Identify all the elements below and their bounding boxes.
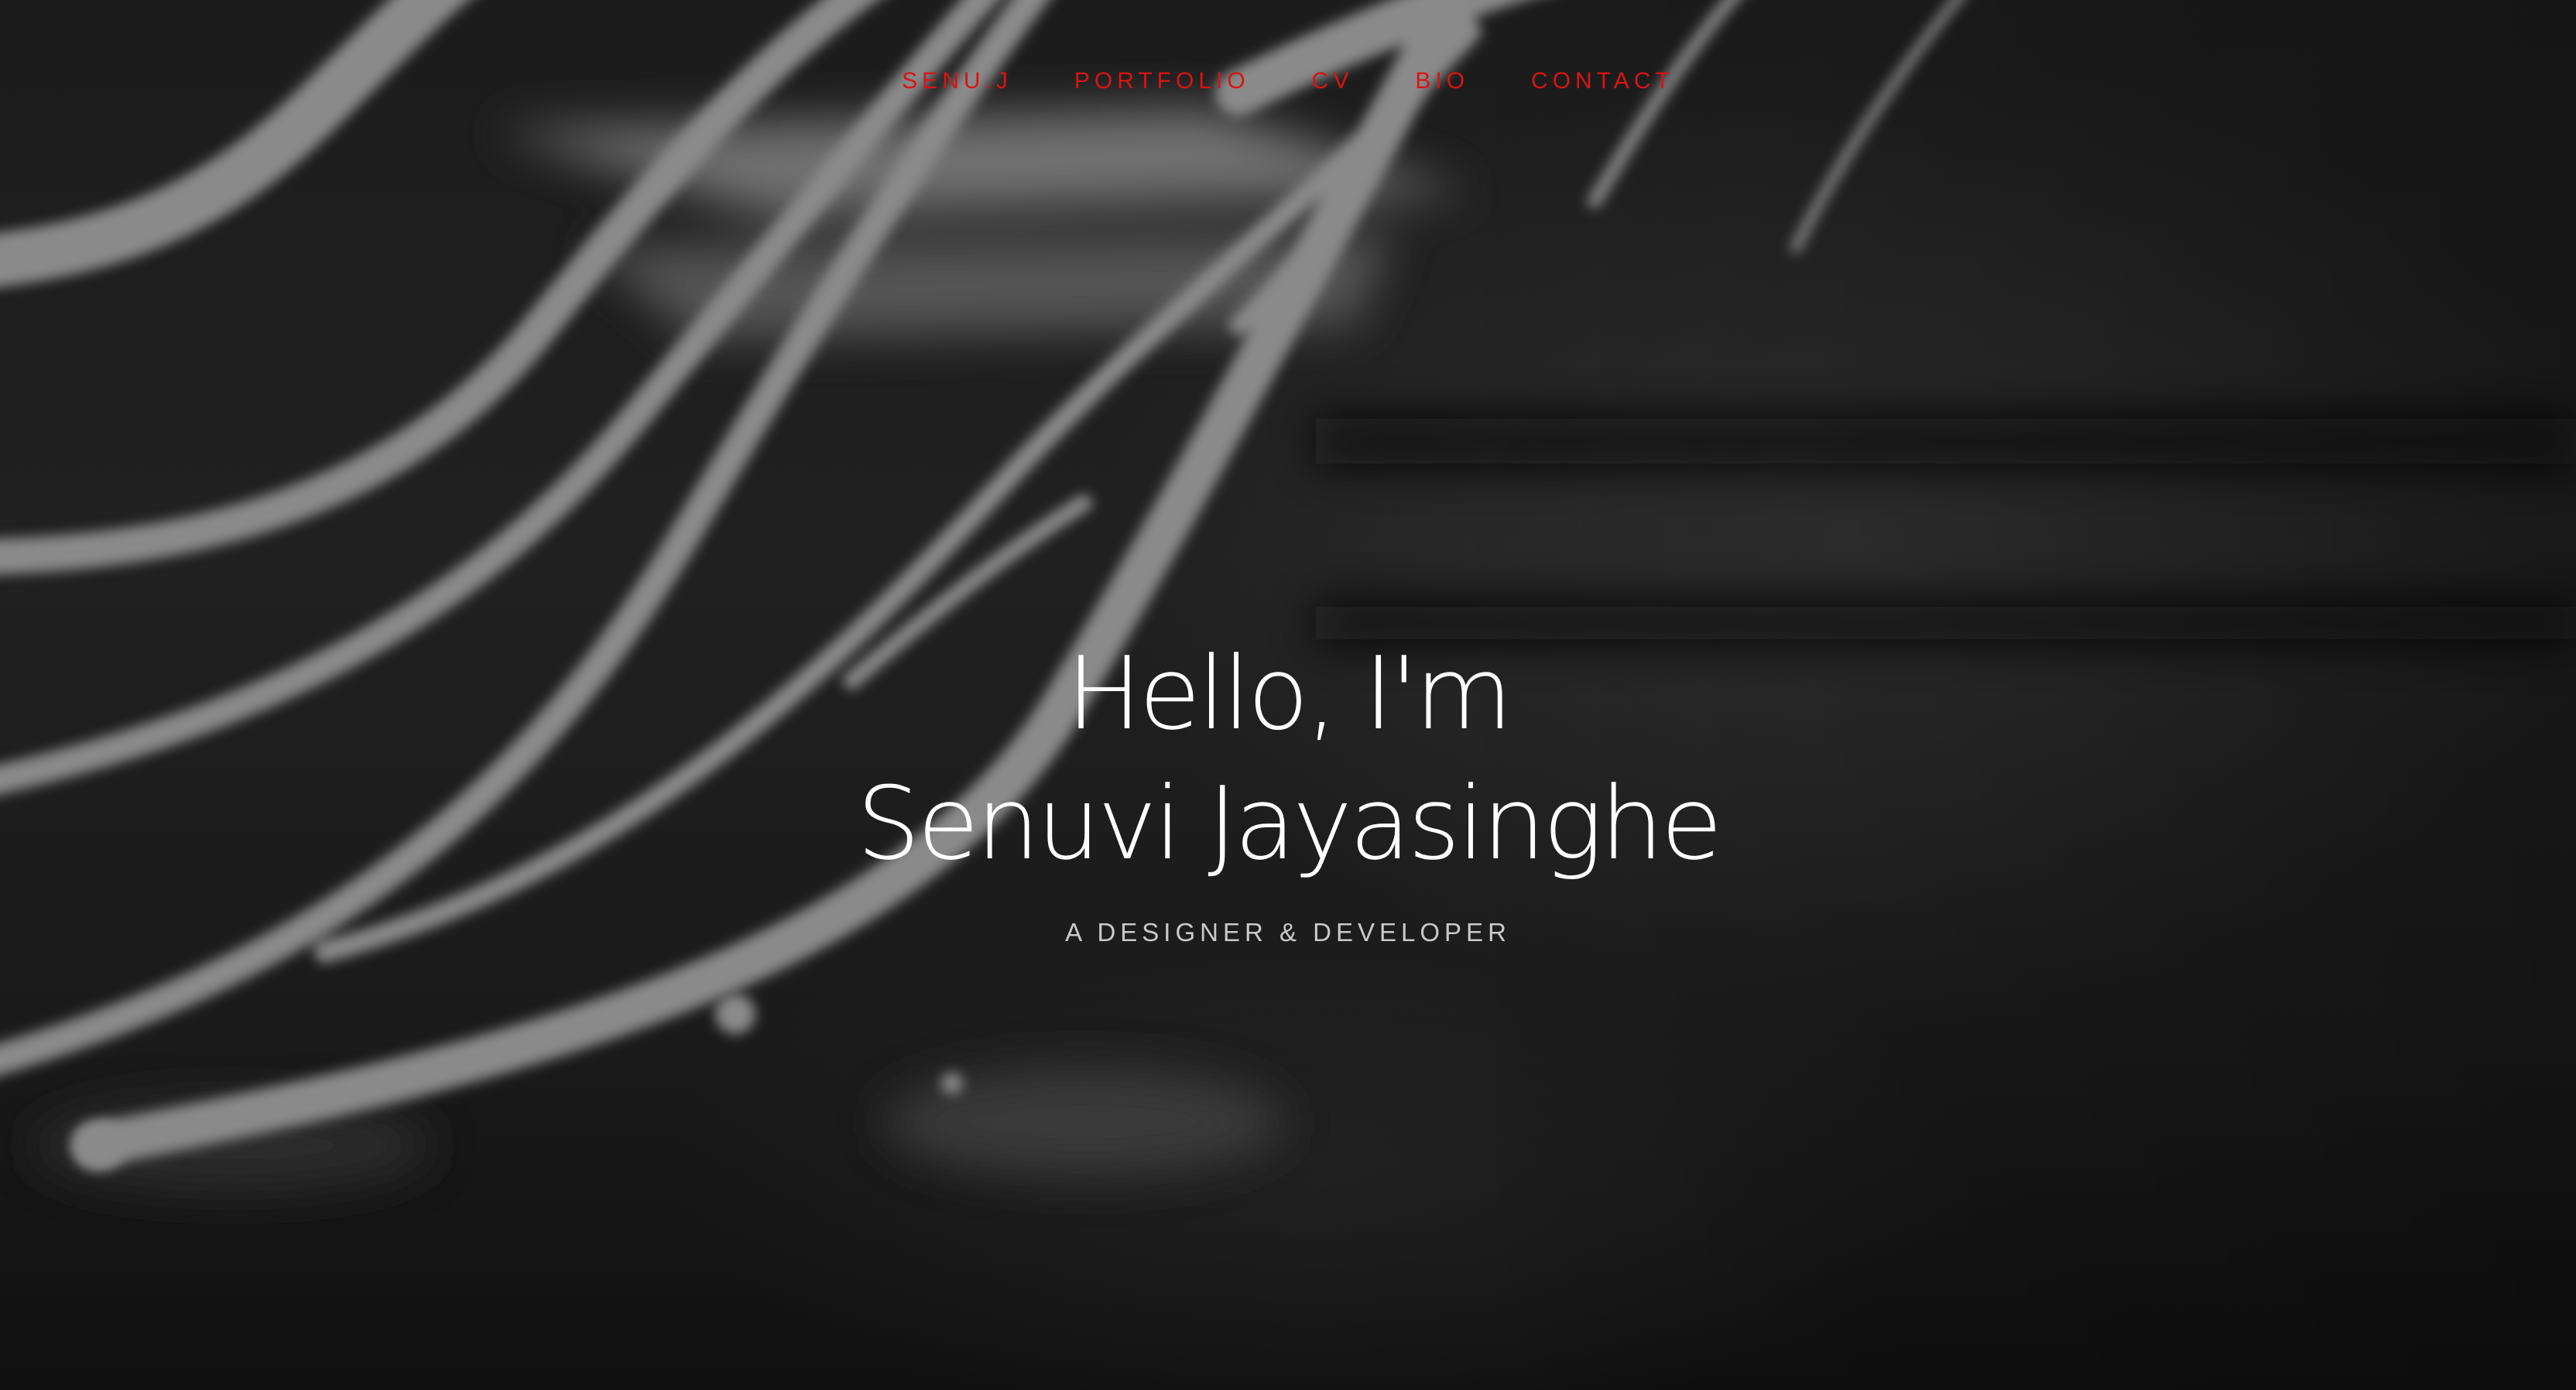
name-text: Senuvi Jayasinghe: [856, 765, 1723, 882]
nav-link-home[interactable]: SENU.J: [902, 68, 1012, 94]
nav-link-cv[interactable]: CV: [1312, 68, 1354, 94]
hero-headline: Hello, I'm Senuvi Jayasinghe: [0, 628, 2576, 888]
greeting-text: Hello, I'm: [1066, 635, 1513, 752]
top-navigation: SENU.J PORTFOLIO CV BIO CONTACT: [0, 68, 2576, 94]
nav-link-bio[interactable]: BIO: [1415, 68, 1469, 94]
hero-section: SENU.J PORTFOLIO CV BIO CONTACT Hello, I…: [0, 0, 2576, 1390]
hero-tagline: A DESIGNER & DEVELOPER: [1065, 918, 1511, 947]
nav-link-portfolio[interactable]: PORTFOLIO: [1074, 68, 1250, 94]
nav-link-contact[interactable]: CONTACT: [1531, 68, 1674, 94]
